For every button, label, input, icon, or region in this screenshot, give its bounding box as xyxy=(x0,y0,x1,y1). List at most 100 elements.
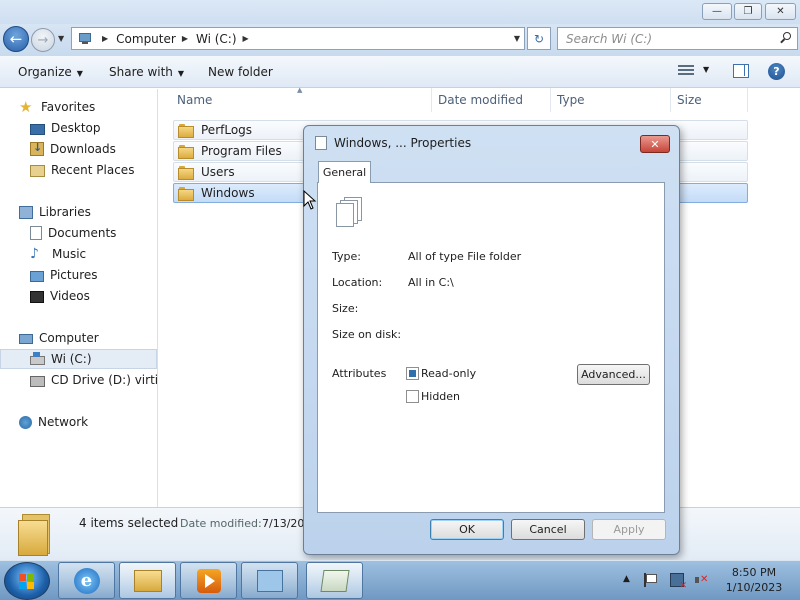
file-name: Windows xyxy=(201,186,255,200)
search-box[interactable] xyxy=(557,27,798,50)
recent-places-icon xyxy=(30,164,45,177)
hidden-checkbox[interactable] xyxy=(406,390,419,403)
breadcrumb-computer[interactable]: Computer xyxy=(116,32,176,46)
size-on-disk-label: Size on disk: xyxy=(332,328,402,341)
sidebar-item-videos[interactable]: Videos xyxy=(0,286,157,306)
tab-general[interactable]: General xyxy=(318,161,371,183)
type-label: Type: xyxy=(332,250,361,263)
sidebar-item-documents[interactable]: Documents xyxy=(0,223,157,243)
column-header-date-modified[interactable]: Date modified xyxy=(433,88,551,112)
start-button[interactable] xyxy=(4,562,50,600)
search-input[interactable] xyxy=(566,31,766,46)
breadcrumb-separator-icon[interactable]: ▶ xyxy=(182,34,188,43)
file-name: PerfLogs xyxy=(201,123,253,137)
organize-menu[interactable]: Organize ▼ xyxy=(18,65,83,79)
downloads-icon xyxy=(30,141,44,156)
taskbar-media-player[interactable] xyxy=(180,562,237,599)
network-status-icon[interactable] xyxy=(670,573,687,591)
sidebar-item-label: Libraries xyxy=(39,205,91,219)
recent-pages-dropdown-icon[interactable]: ▼ xyxy=(58,34,64,43)
view-options-dropdown-icon[interactable]: ▼ xyxy=(703,65,709,74)
window-titlebar[interactable]: — ❐ ✕ xyxy=(0,0,800,24)
desktop-icon xyxy=(30,123,45,135)
sidebar-item-recent-places[interactable]: Recent Places xyxy=(0,160,157,180)
new-folder-button[interactable]: New folder xyxy=(208,65,273,79)
show-hidden-icons-icon[interactable]: ▲ xyxy=(623,574,630,584)
hidden-label[interactable]: Hidden xyxy=(421,390,460,403)
sidebar-item-label: Desktop xyxy=(51,121,101,135)
windows-logo-icon xyxy=(19,574,35,589)
sidebar-item-label: Recent Places xyxy=(51,163,135,177)
taskbar-control-panel[interactable] xyxy=(241,562,298,599)
share-with-menu[interactable]: Share with ▼ xyxy=(109,65,184,79)
internet-explorer-icon: e xyxy=(73,567,100,594)
cancel-button[interactable]: Cancel xyxy=(511,519,585,540)
breadcrumb-drive[interactable]: Wi (C:) xyxy=(196,32,237,46)
help-icon[interactable]: ? xyxy=(768,63,785,80)
close-button[interactable]: ✕ xyxy=(765,3,796,20)
maximize-button[interactable]: ❐ xyxy=(734,3,762,20)
taskbar-internet-explorer[interactable]: e xyxy=(58,562,115,599)
sidebar-item-desktop[interactable]: Desktop xyxy=(0,118,157,138)
star-icon: ★ xyxy=(19,98,33,116)
sort-ascending-icon: ▲ xyxy=(297,86,303,94)
breadcrumb-separator-icon[interactable]: ▶ xyxy=(243,34,249,43)
refresh-button[interactable]: ↻ xyxy=(527,27,551,50)
folder-icon xyxy=(178,144,194,159)
column-header-type[interactable]: Type xyxy=(552,88,671,112)
date-modified-value: 7/13/20 xyxy=(262,517,305,530)
action-center-flag-icon[interactable] xyxy=(643,573,657,587)
breadcrumb-separator-icon[interactable]: ▶ xyxy=(102,34,108,43)
location-value: All in C:\ xyxy=(408,276,454,289)
minimize-button[interactable]: — xyxy=(702,3,732,20)
network-icon xyxy=(19,415,32,429)
command-bar: Organize ▼ Share with ▼ New folder ▼ ? xyxy=(0,56,800,88)
properties-dialog: Windows, ... Properties ✕ General Type: … xyxy=(303,125,680,555)
sidebar-item-network[interactable]: Network xyxy=(0,412,157,432)
organize-label: Organize xyxy=(18,65,72,79)
chevron-down-icon: ▼ xyxy=(177,69,185,78)
sidebar-item-libraries[interactable]: Libraries xyxy=(0,202,157,222)
folder-icon xyxy=(178,123,194,138)
libraries-icon xyxy=(19,205,33,219)
navigation-pane: ★ Favorites Desktop Downloads Recent Pla… xyxy=(0,89,158,507)
file-icon xyxy=(315,136,327,150)
change-view-icon[interactable] xyxy=(678,65,694,77)
sidebar-item-label: Music xyxy=(52,247,87,261)
folder-icon xyxy=(178,186,194,201)
dialog-title: Windows, ... Properties xyxy=(334,136,472,150)
folder-icon xyxy=(18,512,52,556)
address-bar[interactable]: ▶ Computer ▶ Wi (C:) ▶ ▼ xyxy=(71,27,525,50)
forward-button[interactable]: → xyxy=(31,28,55,52)
computer-icon xyxy=(76,32,96,46)
sidebar-item-label: Wi (C:) xyxy=(51,352,92,366)
sidebar-item-music[interactable]: ♪ Music xyxy=(0,244,157,264)
taskbar-properties-window[interactable] xyxy=(306,562,363,599)
dialog-close-button[interactable]: ✕ xyxy=(640,135,670,153)
advanced-button[interactable]: Advanced... xyxy=(577,364,650,385)
sidebar-item-label: Downloads xyxy=(50,142,116,156)
back-button[interactable]: ← xyxy=(3,26,29,52)
volume-muted-icon[interactable] xyxy=(694,573,708,587)
apply-button[interactable]: Apply xyxy=(592,519,666,540)
sidebar-item-label: Documents xyxy=(48,226,117,240)
sidebar-item-computer[interactable]: Computer xyxy=(0,328,157,348)
divider xyxy=(331,236,649,237)
ok-button[interactable]: OK xyxy=(430,519,504,540)
sidebar-item-favorites[interactable]: ★ Favorites xyxy=(0,97,157,117)
read-only-checkbox[interactable] xyxy=(406,367,419,380)
search-icon[interactable] xyxy=(780,32,792,44)
sidebar-item-cd-drive[interactable]: CD Drive (D:) virtio-win xyxy=(0,370,157,390)
taskbar-windows-explorer[interactable] xyxy=(119,562,176,599)
address-dropdown-icon[interactable]: ▼ xyxy=(514,34,520,43)
preview-pane-icon[interactable] xyxy=(733,64,749,78)
column-header-size[interactable]: Size xyxy=(672,88,748,112)
system-clock[interactable]: 8:50 PM 1/10/2023 xyxy=(714,565,794,595)
file-name: Users xyxy=(201,165,235,179)
folder-icon xyxy=(178,165,194,180)
sidebar-item-downloads[interactable]: Downloads xyxy=(0,139,157,159)
read-only-label[interactable]: Read-only xyxy=(421,367,476,380)
sidebar-item-drive-c[interactable]: Wi (C:) xyxy=(0,349,157,369)
sidebar-item-pictures[interactable]: Pictures xyxy=(0,265,157,285)
share-with-label: Share with xyxy=(109,65,173,79)
